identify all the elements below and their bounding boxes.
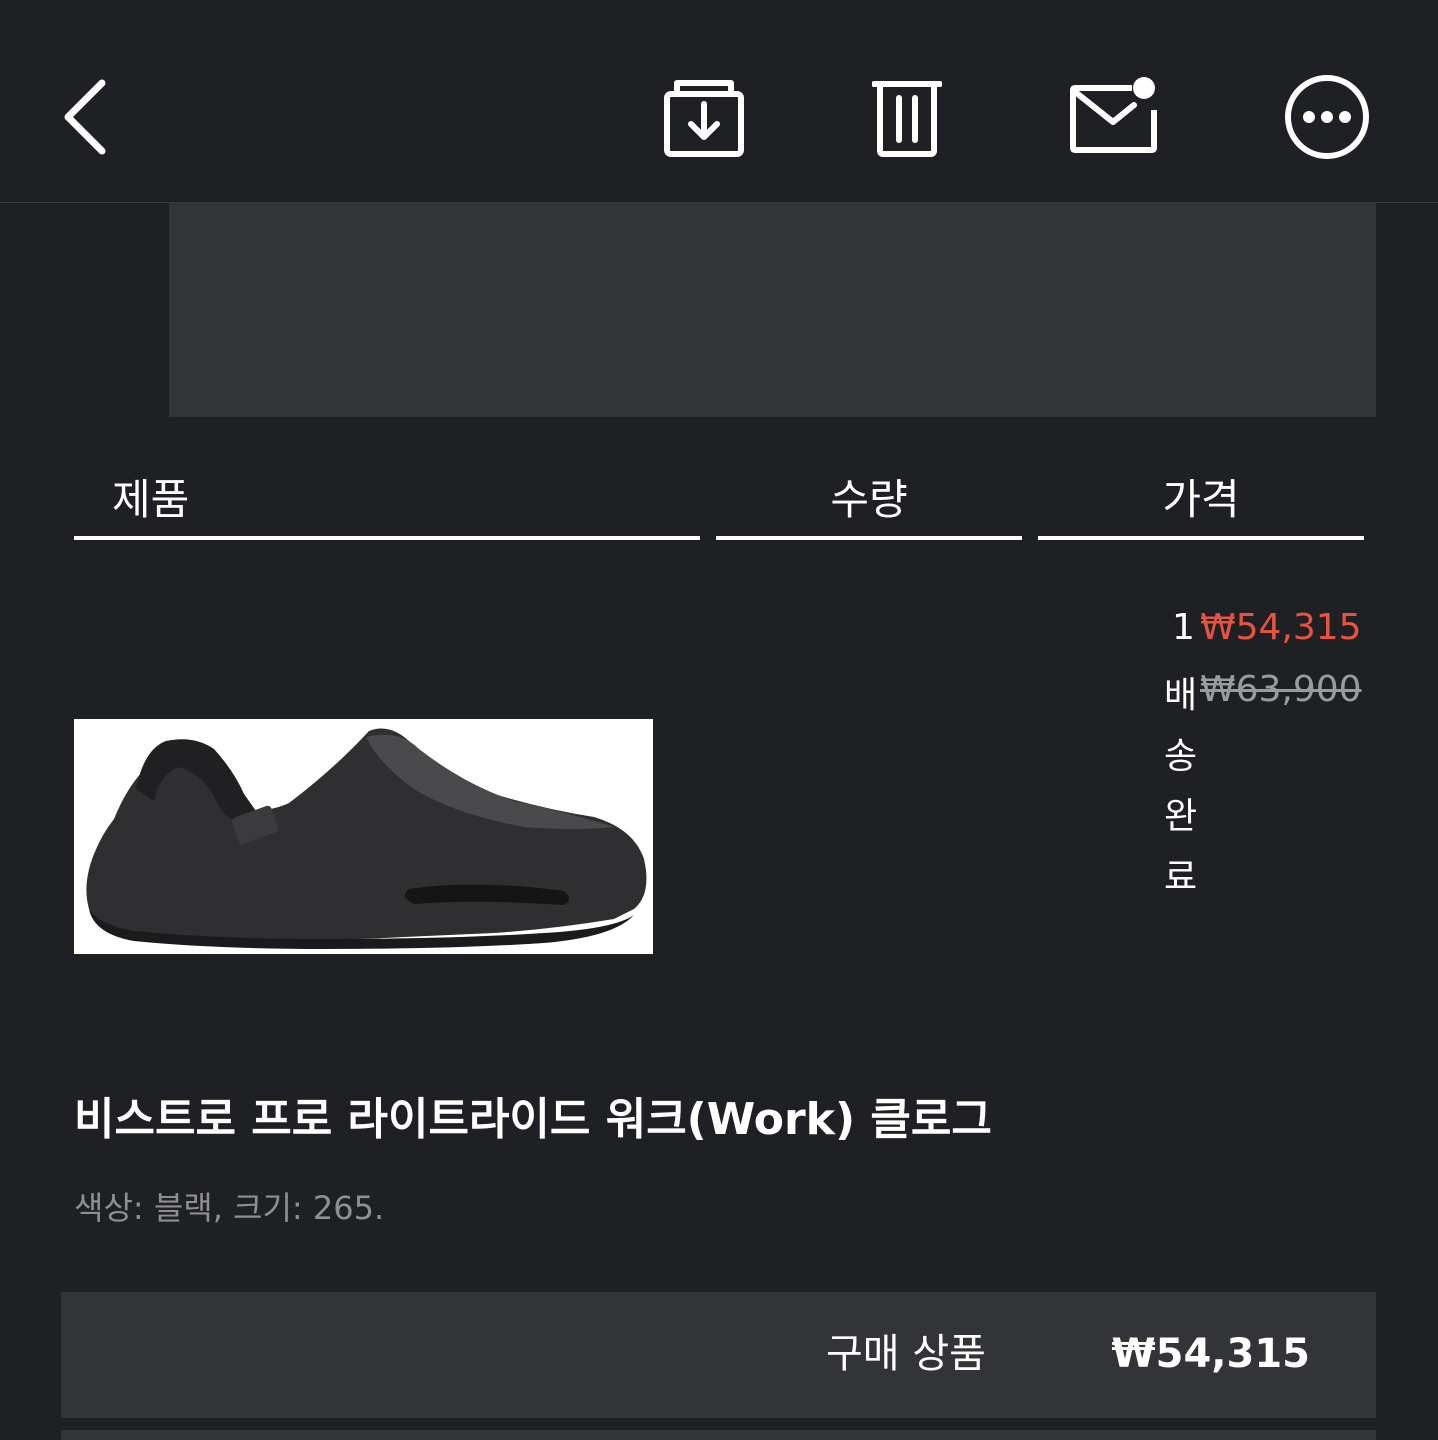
more-button[interactable] [1284,74,1370,160]
item-sale-price: ₩54,315 [1200,607,1362,648]
order-summary-next-row [61,1430,1376,1440]
item-quantity: 1 [1172,607,1195,648]
column-header-price: 가격 [1038,470,1364,540]
column-header-product: 제품 [74,470,700,540]
column-header-price-label: 가격 [1162,475,1240,524]
order-summary-row: 구매 상품 ₩54,315 [61,1292,1376,1418]
archive-button[interactable] [663,78,745,158]
back-icon [64,79,106,155]
toolbar [0,0,1438,203]
delete-button[interactable] [872,76,942,158]
more-icon [1285,75,1369,159]
product-options: 색상: 블랙, 크기: 265. [74,1189,385,1227]
summary-label: 구매 상품 [826,1331,986,1377]
delivery-status: 배송완료 [1164,675,1198,898]
column-header-product-label: 제품 [112,475,190,524]
archive-icon [664,80,744,157]
trash-icon [872,81,942,157]
banner-placeholder [169,203,1376,417]
clog-shoe-image [86,728,647,949]
mail-unread-icon [1070,77,1157,153]
summary-total: ₩54,315 [1111,1331,1310,1377]
back-button[interactable] [56,78,116,156]
product-image[interactable] [74,719,653,954]
mark-unread-button[interactable] [1068,74,1160,154]
column-header-quantity: 수량 [716,470,1022,540]
column-header-quantity-label: 수량 [830,475,908,524]
product-name[interactable]: 비스트로 프로 라이트라이드 워크(Work) 클로그 [74,1090,992,1150]
item-original-price: ₩63,900 [1200,669,1362,710]
